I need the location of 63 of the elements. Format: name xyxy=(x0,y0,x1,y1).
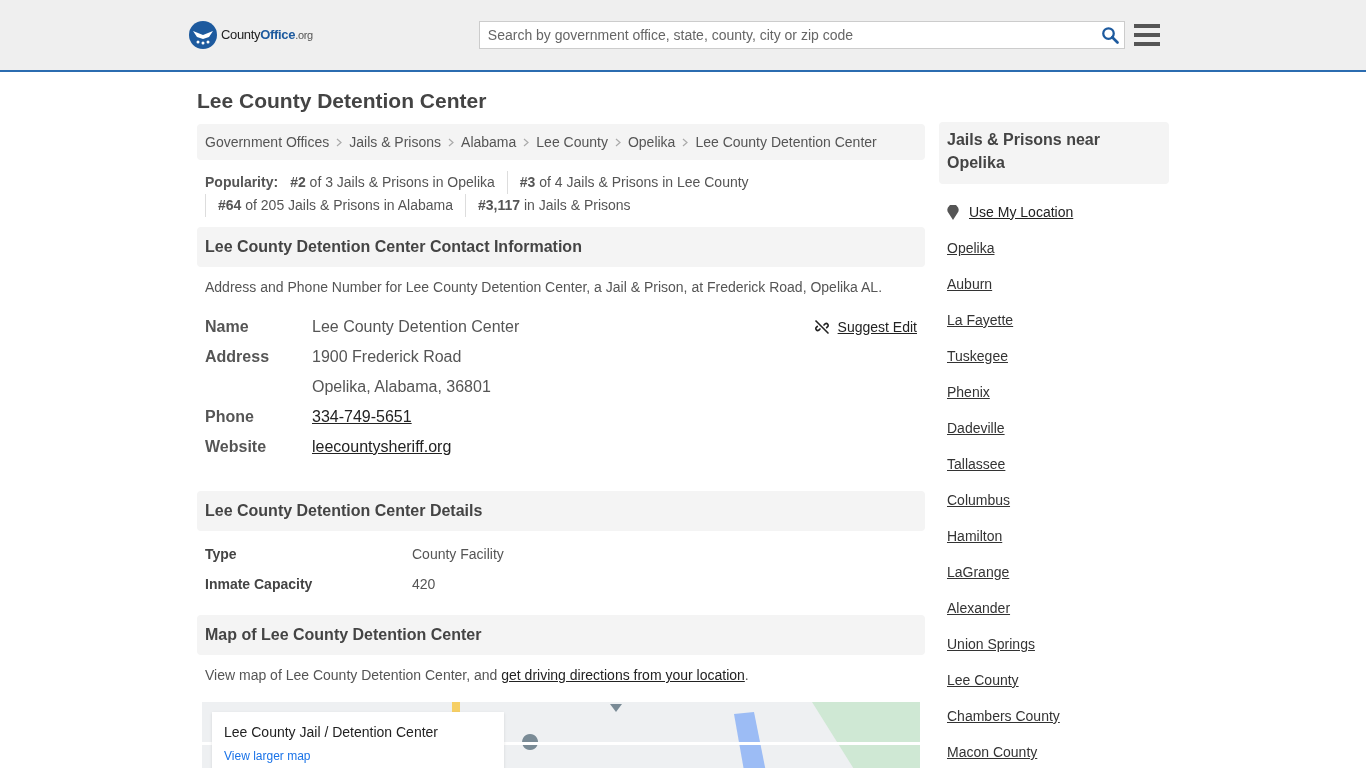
suggest-edit-link[interactable]: Suggest Edit xyxy=(813,312,917,342)
breadcrumb-link[interactable]: Government Offices xyxy=(205,131,330,153)
chevron-icon xyxy=(336,137,343,147)
field-label: Name xyxy=(205,317,250,337)
detail-value: 420 xyxy=(412,574,436,594)
section-heading: Map of Lee County Detention Center xyxy=(197,615,925,655)
chevron-icon xyxy=(682,137,689,147)
nearby-city-link[interactable]: Alexander xyxy=(947,599,1011,617)
nearby-city-link[interactable]: Columbus xyxy=(947,491,1011,509)
chevron-icon xyxy=(523,137,530,147)
field-value: Opelika, Alabama, 36801 xyxy=(312,377,491,397)
nearby-city-link[interactable]: Lee County xyxy=(947,671,1019,689)
field-value: Lee County Detention Center xyxy=(312,317,520,337)
search-icon[interactable] xyxy=(1100,26,1119,44)
breadcrumb-link[interactable]: Jails & Prisons xyxy=(349,131,442,153)
page-title: Lee County Detention Center xyxy=(197,88,488,114)
nearby-city-link[interactable]: La Fayette xyxy=(947,311,1014,329)
nearby-city-link[interactable]: Hamilton xyxy=(947,527,1003,545)
nearby-city-link[interactable]: LaGrange xyxy=(947,563,1010,581)
site-logo-text[interactable]: CountyOffice.org xyxy=(221,25,313,45)
use-location-link[interactable]: Use My Location xyxy=(947,203,1161,221)
contact-intro: Address and Phone Number for Lee County Detention Center, a Jail & Prison, at Frederick Road, Opelika AL. xyxy=(204,278,884,297)
chevron-icon xyxy=(448,137,455,147)
field-link[interactable]: leecountysheriff.org xyxy=(312,432,452,462)
directions-link[interactable]: get driving directions from your location xyxy=(501,667,745,683)
section-heading: Lee County Detention Center Details xyxy=(197,491,925,531)
nearby-city-link[interactable]: Opelika xyxy=(947,239,995,257)
popularity-rank: #3,117 in Jails & Prisons xyxy=(465,194,643,217)
nearby-city-link[interactable]: Phenix xyxy=(947,383,990,401)
field-label: Address xyxy=(205,347,271,367)
field-link[interactable]: 334-749-5651 xyxy=(312,402,412,432)
breadcrumb-link[interactable]: Opelika xyxy=(627,131,676,153)
chevron-icon xyxy=(614,137,621,147)
nearby-city-link[interactable]: Dadeville xyxy=(947,419,1005,437)
breadcrumb-link[interactable]: Lee County xyxy=(536,131,608,153)
sidebar-heading: Jails & Prisons near Opelika xyxy=(939,122,1169,184)
popularity-rank: #2 of 3 Jails & Prisons in Opelika xyxy=(290,173,496,192)
nearby-city-link[interactable]: Chambers County xyxy=(947,707,1060,725)
breadcrumb-link[interactable]: Lee County Detention Center xyxy=(695,131,877,153)
view-larger-map-link[interactable]: View larger map xyxy=(224,749,311,763)
nearby-city-link[interactable]: Tallassee xyxy=(947,455,1006,473)
field-label: Website xyxy=(205,437,268,457)
section-heading: Lee County Detention Center Contact Information xyxy=(197,227,925,267)
breadcrumb-link[interactable]: Alabama xyxy=(461,131,517,153)
eagle-logo-icon xyxy=(189,21,217,49)
popularity-rank: #64 of 205 Jails & Prisons in Alabama xyxy=(205,194,466,217)
detail-label: Inmate Capacity xyxy=(205,574,314,594)
field-label: Phone xyxy=(205,407,255,427)
unlink-icon xyxy=(813,319,830,335)
nearby-city-link[interactable]: Tuskegee xyxy=(947,347,1008,365)
field-value: 1900 Frederick Road xyxy=(312,347,463,367)
map-intro: View map of Lee County Detention Center, and get driving directions from your location. xyxy=(204,666,750,685)
popularity-rank: #3 of 4 Jails & Prisons in Lee County xyxy=(506,171,761,194)
map-card-title: Lee County Jail / Detention Center xyxy=(224,723,439,742)
detail-label: Type xyxy=(205,544,238,564)
detail-value: County Facility xyxy=(412,544,504,564)
menu-icon[interactable] xyxy=(1133,24,1160,46)
nearby-city-link[interactable]: Macon County xyxy=(947,743,1038,761)
search-field[interactable]: Search by government office, state, county, city or zip code xyxy=(478,21,1125,49)
nearby-city-link[interactable]: Auburn xyxy=(947,275,993,293)
popularity-label: Popularity: xyxy=(205,173,279,192)
map-pin-icon xyxy=(947,204,959,220)
nearby-city-link[interactable]: Union Springs xyxy=(947,635,1035,653)
